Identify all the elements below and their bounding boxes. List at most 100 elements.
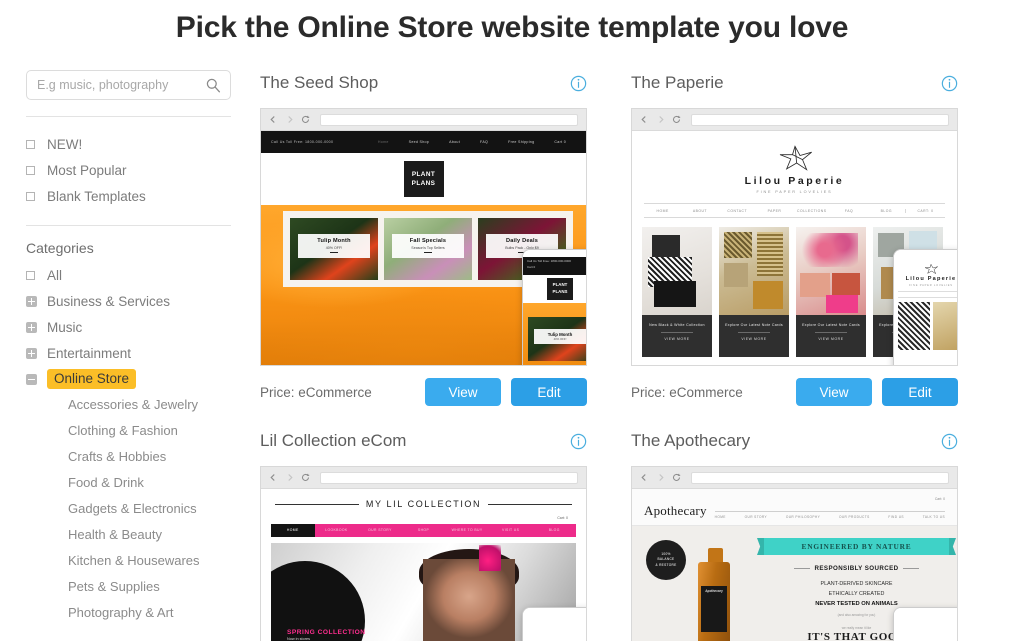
template-preview-apothecary[interactable]: Cart: 0 Apothecary HOME OUR STORY OUR PH… xyxy=(631,466,958,641)
category-label-music: Music xyxy=(47,319,83,335)
category-item-entertainment[interactable]: Entertainment xyxy=(26,340,252,366)
subcategory-clothing-fashion[interactable]: Clothing & Fashion xyxy=(26,418,252,444)
search-icon[interactable] xyxy=(205,77,221,93)
edit-button[interactable]: Edit xyxy=(511,378,587,406)
preview-product: Explore Our Latest Note Cards VIEW MORE xyxy=(719,227,789,357)
template-preview-seed-shop[interactable]: Call Us Toll Free: 1800-000-0000 Home Se… xyxy=(260,108,587,366)
mobile-preview-overlay xyxy=(893,607,957,641)
checkbox-most-popular[interactable] xyxy=(26,165,35,175)
subcategory-accessories-jewelry[interactable]: Accessories & Jewelry xyxy=(26,392,252,418)
preview-cart: Cart 0 xyxy=(554,140,566,144)
checkbox-new[interactable] xyxy=(26,139,35,149)
expand-icon-business-services[interactable] xyxy=(26,295,37,307)
filter-label-new: NEW! xyxy=(47,136,83,152)
info-icon[interactable] xyxy=(941,433,958,450)
category-item-business-services[interactable]: Business & Services xyxy=(26,288,252,314)
category-item-music[interactable]: Music xyxy=(26,314,252,340)
info-icon[interactable] xyxy=(570,433,587,450)
preview-promo-card: Tulip Month 40% OFF! xyxy=(290,218,378,280)
preview-nav-visit-us: VISIT US xyxy=(488,524,533,537)
view-button[interactable]: View xyxy=(796,378,872,406)
back-arrow-icon xyxy=(641,116,646,123)
expand-icon-music[interactable] xyxy=(26,321,37,333)
preview-hero-title: SPRING COLLECTION xyxy=(287,629,366,636)
template-card-paperie[interactable]: The Paperie Lilou Paperie FINE PAPER LOV… xyxy=(631,68,958,408)
info-icon[interactable] xyxy=(941,75,958,92)
template-title: Lil Collection eCom xyxy=(260,431,407,450)
preview-navbar: HOME ABOUT CONTACT PAPER COLLECTIONS FAQ… xyxy=(644,203,945,218)
preview-bottle-image: Apothecary xyxy=(698,548,732,641)
preview-header: MY LIL COLLECTION Cart: 0 xyxy=(261,489,586,520)
template-preview-lil-collection[interactable]: MY LIL COLLECTION Cart: 0 HOME LOOKBOOK … xyxy=(260,466,587,641)
template-card-seed-shop[interactable]: The Seed Shop Call Us Toll Free: 1800-00… xyxy=(260,68,587,408)
expand-icon-entertainment[interactable] xyxy=(26,347,37,359)
mobile-preview-overlay: Lilou Paperie FINE PAPER LOVELIES xyxy=(893,249,957,365)
filter-item-new[interactable]: NEW! xyxy=(26,131,252,157)
template-preview-paperie[interactable]: Lilou Paperie FINE PAPER LOVELIES HOME A… xyxy=(631,108,958,366)
category-item-all[interactable]: All xyxy=(26,262,252,288)
subcategory-food-drink[interactable]: Food & Drink xyxy=(26,470,252,496)
preview-nav-contact: CONTACT xyxy=(727,208,748,213)
search-box[interactable] xyxy=(26,70,231,100)
preview-nav-our-story: OUR STORY xyxy=(358,524,402,537)
view-button[interactable]: View xyxy=(425,378,501,406)
info-icon[interactable] xyxy=(570,75,587,92)
promo-title: Fall Specials xyxy=(409,238,447,244)
category-item-online-store[interactable]: Online Store xyxy=(26,366,252,392)
preview-nav-faq: FAQ xyxy=(480,140,489,144)
preview-product-cta: VIEW MORE xyxy=(664,337,690,342)
promo-sub: 40% OFF! xyxy=(325,245,343,250)
promo-sub: Season's Top Sellers xyxy=(411,245,445,250)
preview-nav-about: ABOUT xyxy=(692,208,708,213)
mobile-cart-text: Cart 0 xyxy=(527,264,536,269)
template-title: The Apothecary xyxy=(631,431,751,450)
subcategory-photography-art[interactable]: Photography & Art xyxy=(26,600,252,626)
mobile-logo-line2: PLANS xyxy=(552,289,568,294)
card-footer: Price: eCommerce View Edit xyxy=(260,366,587,408)
edit-button[interactable]: Edit xyxy=(882,378,958,406)
origami-crane-icon xyxy=(924,263,938,275)
template-card-apothecary[interactable]: The Apothecary Cart: 0 Apothecary HOME O… xyxy=(631,426,958,641)
mobile-preview-overlay xyxy=(522,607,586,641)
category-label-entertainment: Entertainment xyxy=(47,345,132,361)
subcategory-pets-supplies[interactable]: Pets & Supplies xyxy=(26,574,252,600)
subcategory-gadgets-electronics[interactable]: Gadgets & Electronics xyxy=(26,496,252,522)
filter-item-most-popular[interactable]: Most Popular xyxy=(26,157,252,183)
page-layout: NEW! Most Popular Blank Templates Catego… xyxy=(0,52,1024,641)
categories-heading: Categories xyxy=(26,240,94,256)
promo-title: Tulip Month xyxy=(317,238,351,244)
card-header: The Apothecary xyxy=(631,426,958,456)
preview-product-title: New Black & White Collection xyxy=(649,323,705,327)
template-card-lil-collection[interactable]: Lil Collection eCom MY LIL COLLECTION Ca… xyxy=(260,426,587,641)
preview-navbar: HOME LOOKBOOK OUR STORY SHOP WHERE TO BU… xyxy=(271,524,577,537)
divider-categories xyxy=(26,225,231,226)
preview-nav-find-us: FIND US xyxy=(888,515,904,519)
filter-item-blank-templates[interactable]: Blank Templates xyxy=(26,183,252,209)
preview-navbar: HOME OUR STORY OUR PHILOSOPHY OUR PRODUC… xyxy=(714,511,945,519)
preview-nav-paper: PAPER xyxy=(767,208,782,213)
browser-chrome xyxy=(261,109,586,131)
reload-icon xyxy=(672,473,681,481)
checkbox-blank-templates[interactable] xyxy=(26,191,35,201)
mobile-promo-card: Tulip Month 40% OFF! xyxy=(528,317,586,361)
card-header: Lil Collection eCom xyxy=(260,426,587,456)
preview-ribbon: ENGINEERED BY NATURE xyxy=(764,538,949,555)
category-label-business-services: Business & Services xyxy=(47,293,171,309)
subcategory-health-beauty[interactable]: Health & Beauty xyxy=(26,522,252,548)
mobile-logo-line1: PLANT xyxy=(552,282,568,288)
preview-logo-line1: PLANT xyxy=(411,170,436,178)
subcategory-crafts-hobbies[interactable]: Crafts & Hobbies xyxy=(26,444,252,470)
preview-brand: Apothecary xyxy=(644,503,707,518)
checkbox-all[interactable] xyxy=(26,270,35,280)
subcategory-kitchen-housewares[interactable]: Kitchen & Housewares xyxy=(26,548,252,574)
browser-url-bar xyxy=(691,471,949,484)
browser-chrome xyxy=(632,467,957,489)
preview-header: Lilou Paperie FINE PAPER LOVELIES xyxy=(632,131,957,194)
card-header: The Paperie xyxy=(631,68,958,98)
collapse-icon-online-store[interactable] xyxy=(26,373,37,385)
search-input[interactable] xyxy=(27,78,192,92)
preview-product: New Black & White Collection VIEW MORE xyxy=(642,227,712,357)
preview-hero-sub: Now in stores xyxy=(287,637,311,641)
template-price: Price: eCommerce xyxy=(631,384,743,400)
preview-nav-our-story: OUR STORY xyxy=(744,515,768,519)
